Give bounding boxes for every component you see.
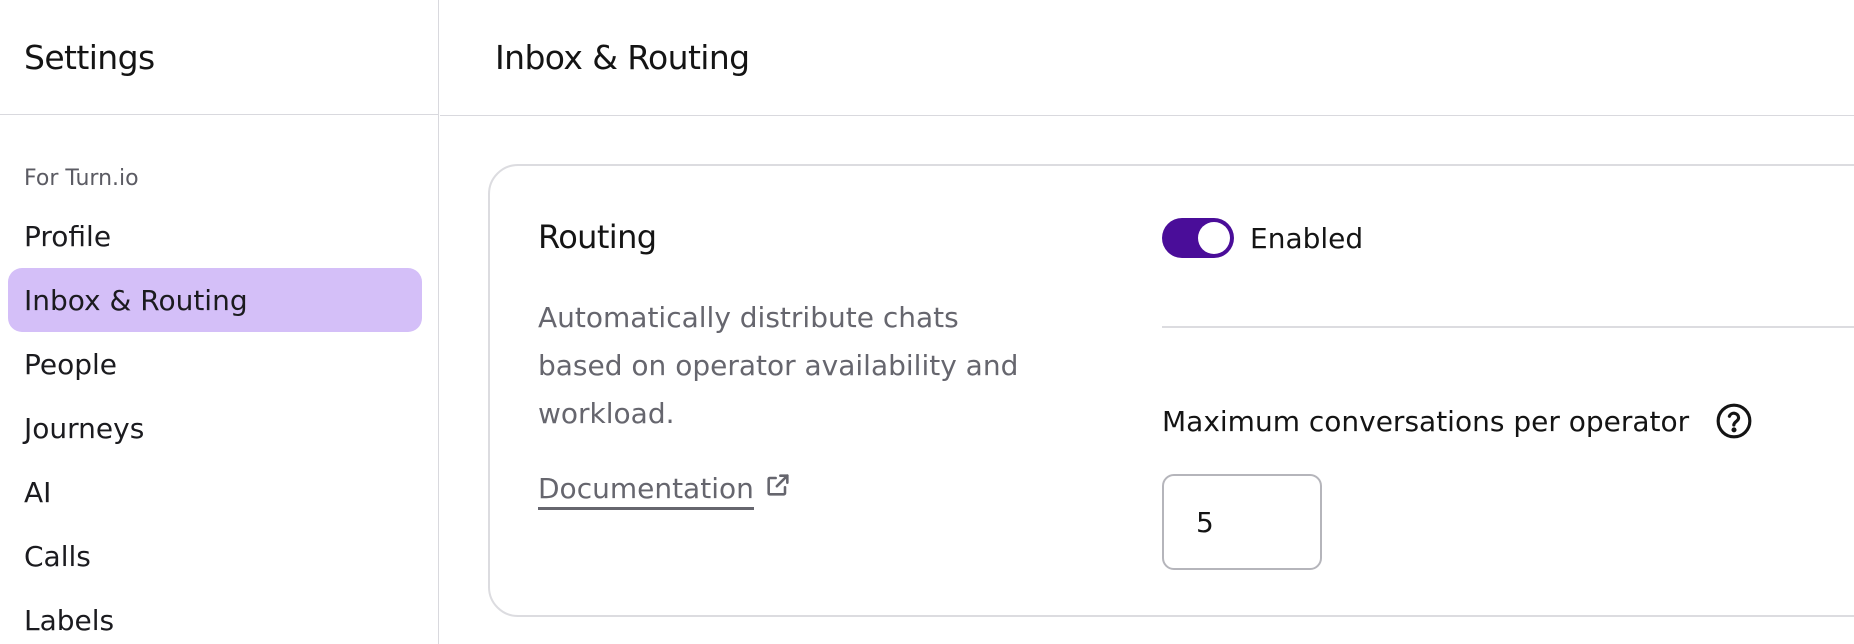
toggle-knob [1198,222,1230,254]
sidebar-item-ai[interactable]: AI [8,460,422,524]
sidebar-section-label: For Turn.io [24,166,139,191]
sidebar-item-calls[interactable]: Calls [8,524,422,588]
sidebar-item-inbox-routing[interactable]: Inbox & Routing [8,268,422,332]
documentation-link-label: Documentation [538,472,754,510]
routing-description: Automatically distribute chats based on … [538,301,1019,430]
question-circle-icon[interactable] [1715,402,1753,440]
page-title: Inbox & Routing [495,38,750,77]
settings-sidebar: Settings For Turn.io Profile Inbox & Rou… [0,0,439,644]
main-header: Inbox & Routing [440,0,1854,116]
sidebar-header: Settings [0,0,438,115]
card-divider [1162,326,1854,328]
routing-card: Routing Automatically distribute chats b… [488,164,1854,617]
max-conversations-label-row: Maximum conversations per operator [1162,402,1753,440]
sidebar-item-profile[interactable]: Profile [8,204,422,268]
sidebar-item-journeys[interactable]: Journeys [8,396,422,460]
sidebar-title: Settings [24,37,155,77]
sidebar-item-people[interactable]: People [8,332,422,396]
max-conversations-input[interactable] [1162,474,1322,570]
max-conversations-label: Maximum conversations per operator [1162,404,1690,438]
settings-nav: Profile Inbox & Routing People Journeys … [8,204,422,644]
sidebar-item-labels[interactable]: Labels [8,588,422,644]
external-link-icon [767,474,789,496]
routing-toggle-row: Enabled [1162,218,1363,258]
routing-title: Routing [538,218,657,256]
documentation-link[interactable]: Documentation [538,472,792,510]
toggle-label: Enabled [1250,221,1364,255]
routing-enabled-toggle[interactable] [1162,218,1234,258]
settings-page: Settings For Turn.io Profile Inbox & Rou… [0,0,1854,644]
